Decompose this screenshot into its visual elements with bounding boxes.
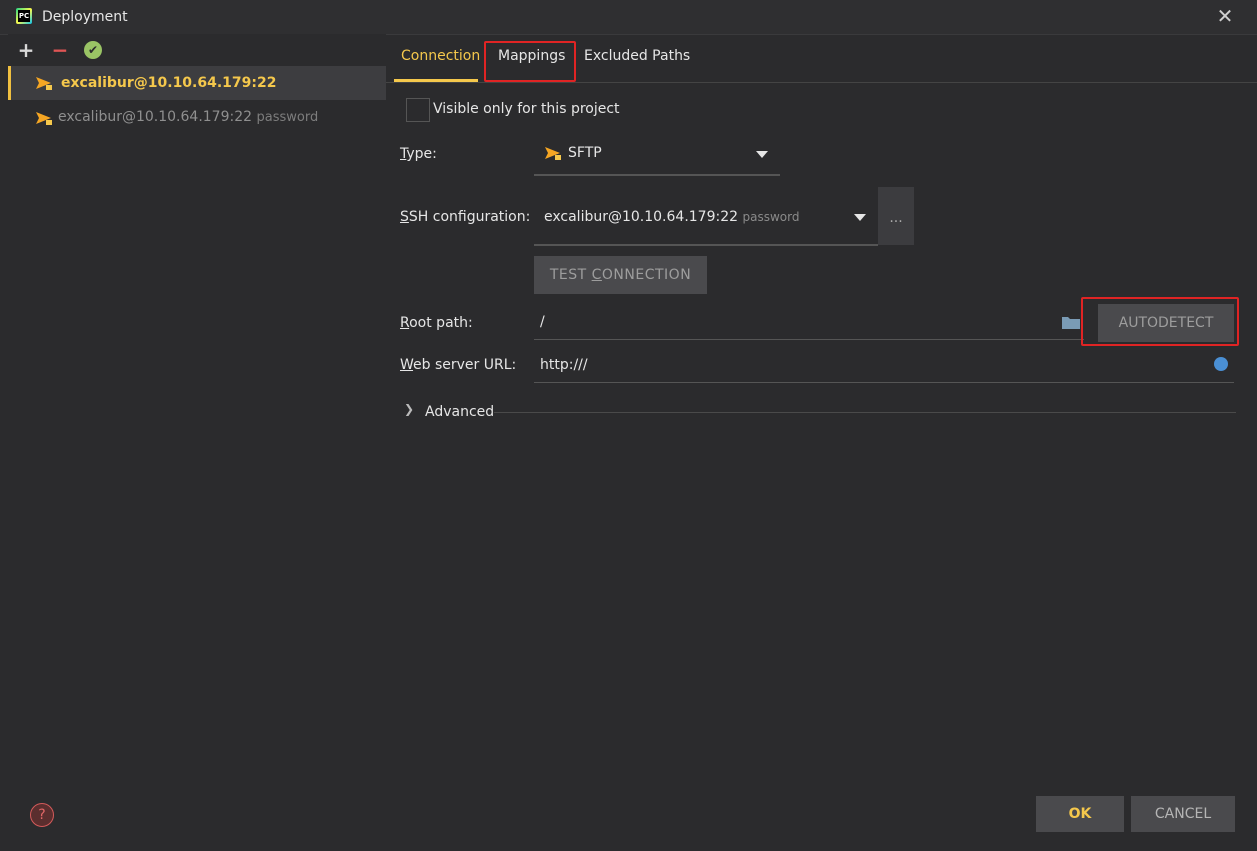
- web-server-url-input[interactable]: [534, 347, 1234, 383]
- autodetect-button[interactable]: AUTODETECT: [1098, 304, 1234, 342]
- ssh-config-label: SSH configuration:: [400, 209, 531, 225]
- server-toolbar: + − ✔: [8, 38, 386, 64]
- sftp-icon: [545, 147, 561, 160]
- ssh-config-browse-button[interactable]: ...: [878, 187, 914, 245]
- sftp-server-icon: [36, 112, 52, 125]
- type-dropdown[interactable]: SFTP: [534, 134, 780, 176]
- chevron-right-icon[interactable]: ❯: [404, 402, 414, 416]
- chevron-down-icon: [854, 214, 866, 221]
- sftp-server-icon: [36, 77, 52, 90]
- web-server-url-label: Web server URL:: [400, 357, 517, 373]
- add-server-button[interactable]: +: [16, 40, 36, 60]
- folder-icon[interactable]: [1062, 315, 1080, 329]
- server-item-selected[interactable]: excalibur@10.10.64.179:22: [8, 66, 386, 100]
- close-icon[interactable]: ✕: [1213, 4, 1237, 28]
- ssh-config-dropdown[interactable]: excalibur@10.10.64.179:22 password: [534, 190, 878, 246]
- tab-excluded-paths[interactable]: Excluded Paths: [584, 48, 690, 64]
- cancel-button[interactable]: CANCEL: [1131, 796, 1235, 832]
- set-default-check-icon[interactable]: ✔: [84, 41, 102, 59]
- root-path-label: Root path:: [400, 315, 473, 331]
- visible-only-label: Visible only for this project: [433, 101, 620, 117]
- remove-server-button[interactable]: −: [50, 40, 70, 60]
- active-tab-indicator: [394, 79, 478, 82]
- root-path-input[interactable]: [534, 304, 1084, 340]
- ssh-config-value: excalibur@10.10.64.179:22 password: [544, 209, 800, 225]
- visible-only-checkbox[interactable]: [406, 98, 430, 122]
- advanced-section-toggle[interactable]: Advanced: [425, 404, 494, 420]
- globe-icon[interactable]: [1214, 357, 1228, 371]
- server-name: excalibur@10.10.64.179:22 password: [58, 109, 319, 125]
- type-label: Type:: [400, 146, 437, 162]
- advanced-divider: [494, 412, 1236, 413]
- ok-button[interactable]: OK: [1036, 796, 1124, 832]
- server-list-panel: + − ✔ excalibur@10.10.64.179:22 excalibu…: [8, 34, 386, 851]
- test-connection-button[interactable]: TEST CONNECTION: [534, 256, 707, 294]
- server-item[interactable]: excalibur@10.10.64.179:22 password: [8, 100, 386, 134]
- tab-bar: Connection Mappings Excluded Paths: [386, 34, 1257, 83]
- tab-mappings[interactable]: Mappings: [498, 48, 565, 64]
- type-value: SFTP: [568, 145, 602, 161]
- tab-connection[interactable]: Connection: [401, 48, 480, 64]
- chevron-down-icon: [756, 151, 768, 158]
- help-button[interactable]: ?: [30, 803, 54, 827]
- window-title: Deployment: [42, 9, 128, 25]
- title-bar: Deployment ✕: [0, 0, 1257, 35]
- pycharm-icon: [16, 8, 32, 24]
- server-name: excalibur@10.10.64.179:22: [61, 75, 277, 91]
